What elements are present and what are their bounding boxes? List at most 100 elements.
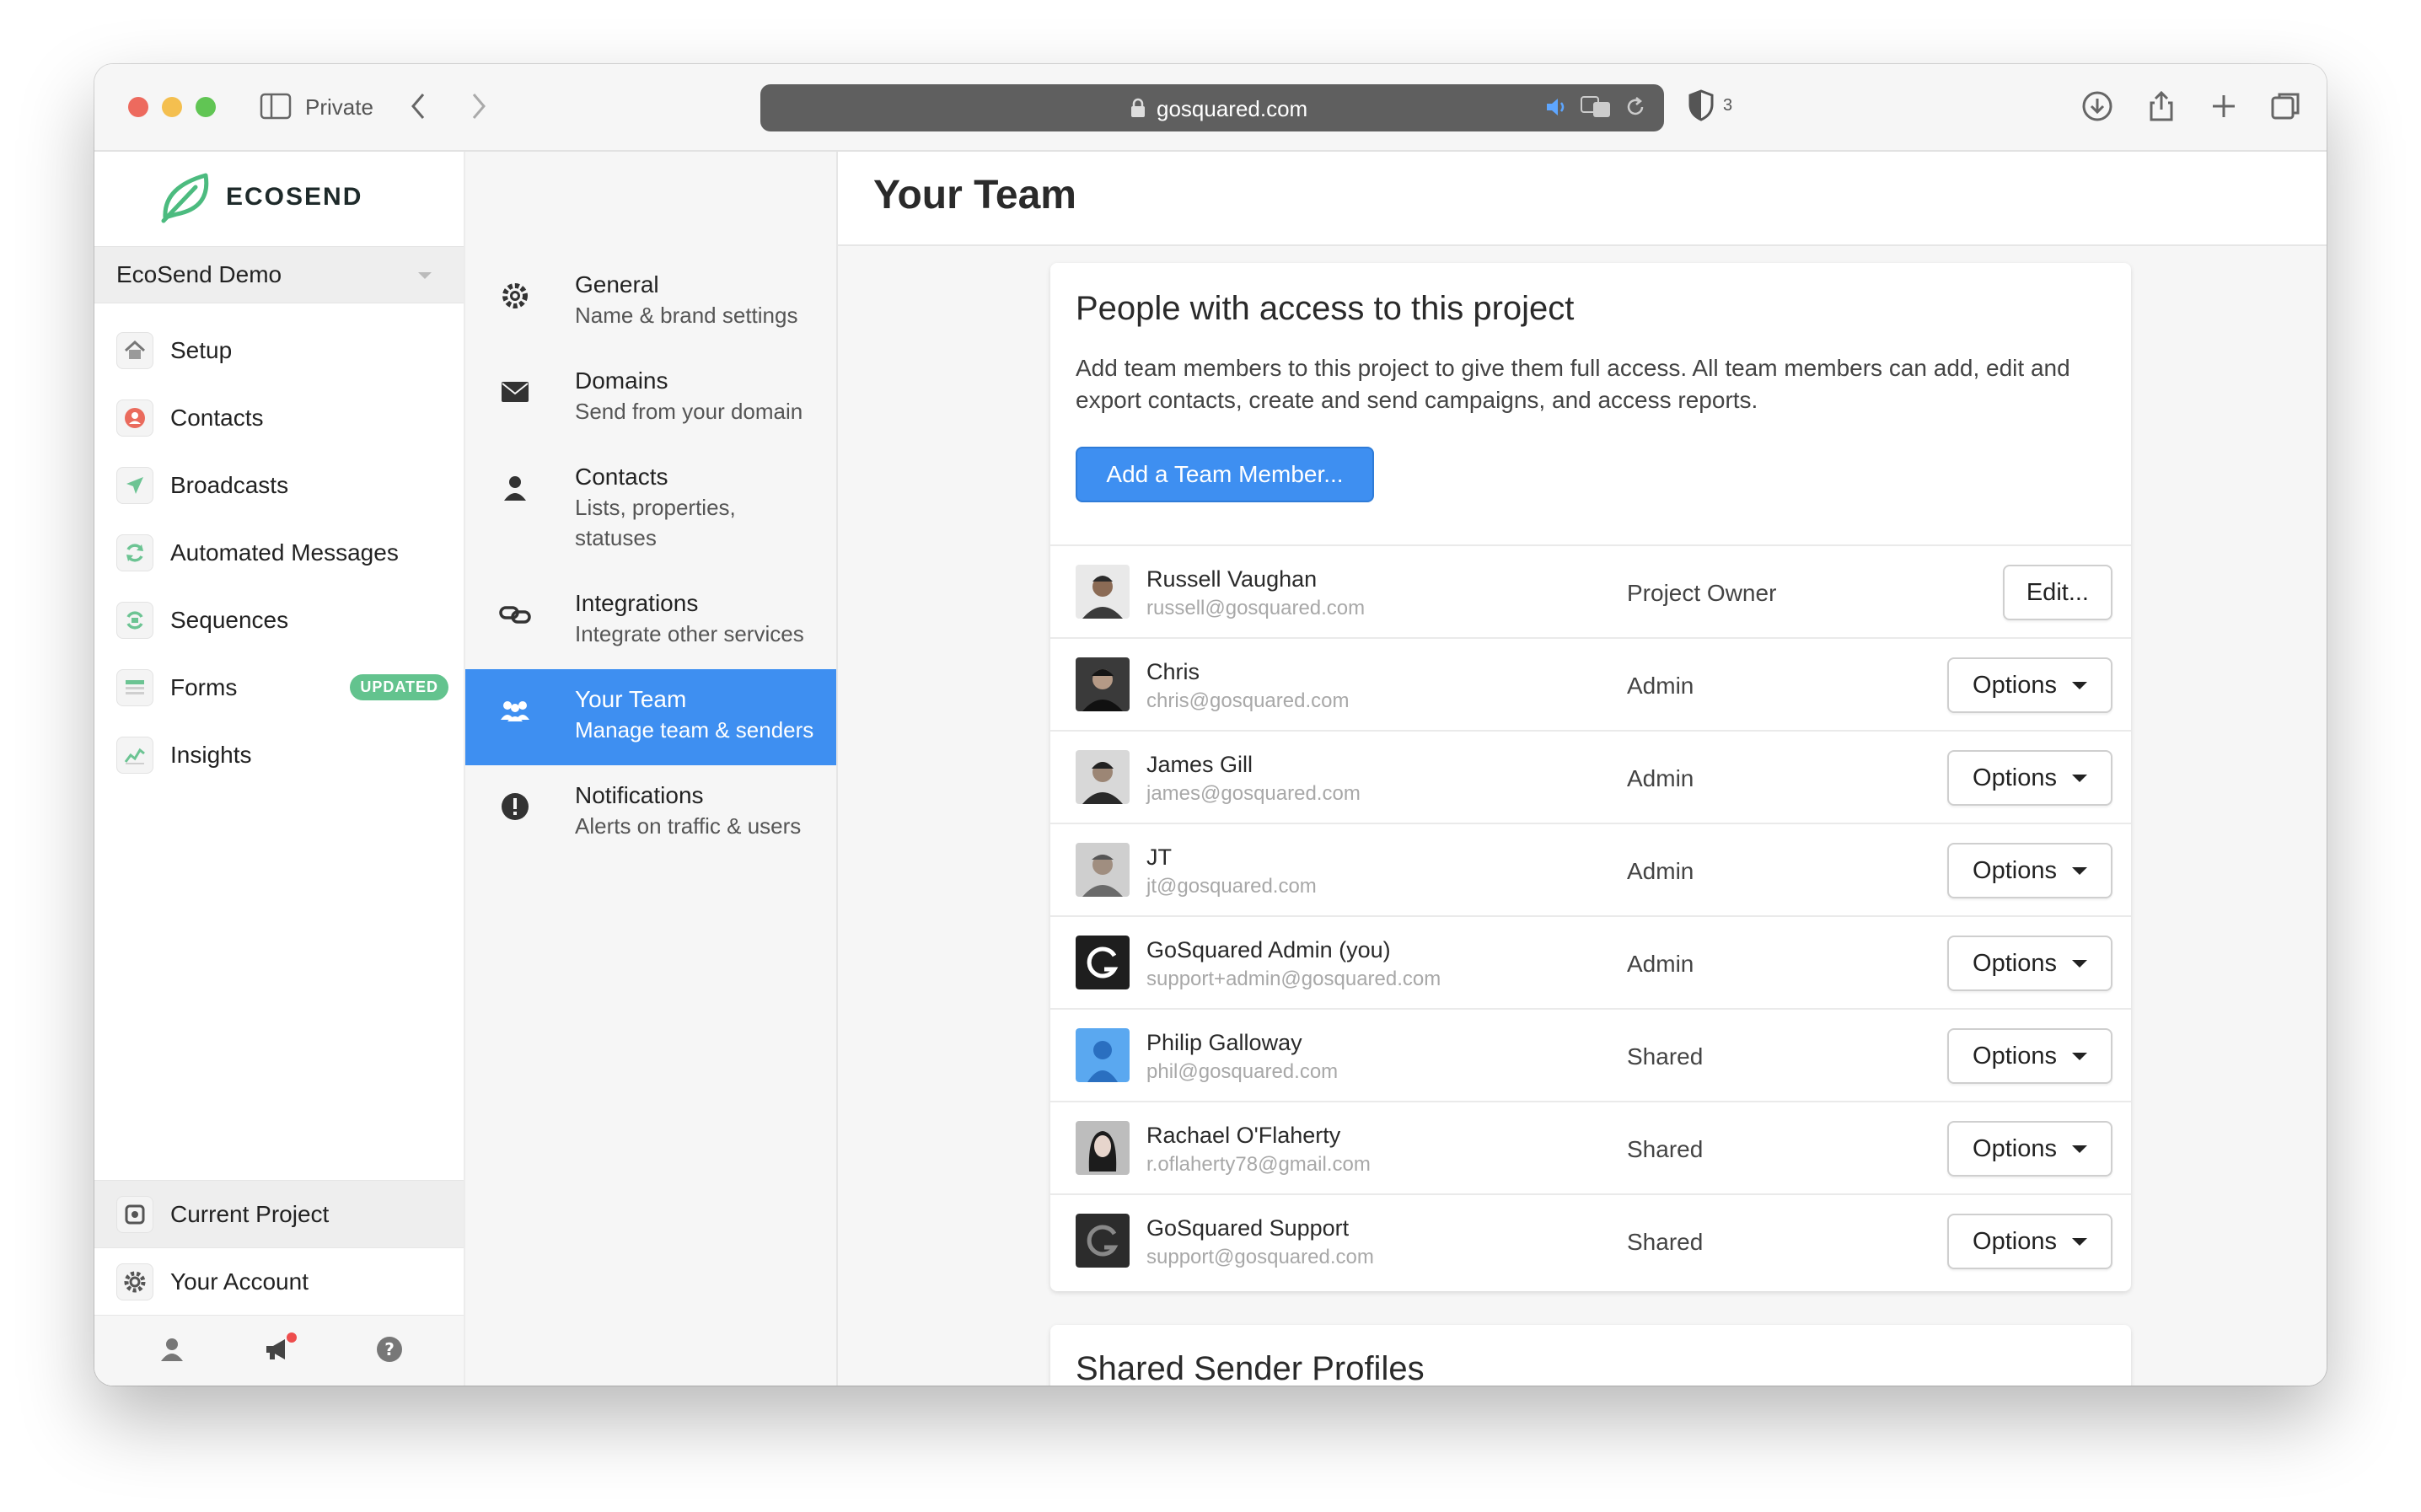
team-member-row: GoSquared Support support@gosquared.com … <box>1050 1193 2131 1286</box>
shield-icon[interactable] <box>1688 89 1715 121</box>
sidebar-toggle-icon[interactable] <box>260 93 292 120</box>
member-email: chris@gosquared.com <box>1146 689 1350 712</box>
refresh-icon <box>116 534 153 571</box>
translate-icon[interactable] <box>1580 94 1613 120</box>
notification-dot <box>285 1331 298 1344</box>
gear-icon <box>497 278 533 314</box>
zoom-window-button[interactable] <box>196 97 216 117</box>
page-title: Your Team <box>873 173 1076 217</box>
new-tab-icon[interactable] <box>2207 89 2241 123</box>
nav-item-contacts[interactable]: Contacts <box>94 384 464 452</box>
app: ECOSEND EcoSend Demo Setup Contacts Broa… <box>94 152 2327 1386</box>
main-nav: Setup Contacts Broadcasts Automated Mess… <box>94 317 464 789</box>
address-bar[interactable]: gosquared.com <box>760 84 1664 131</box>
options-button[interactable]: Options <box>1947 936 2112 991</box>
browser-window: Private gosquared.com 3 ECOSEND EcoSend … <box>94 64 2327 1386</box>
nav-item-label: Contacts <box>170 405 264 431</box>
member-name: James Gill <box>1146 752 1253 777</box>
private-label: Private <box>305 94 373 120</box>
nav-item-setup[interactable]: Setup <box>94 317 464 384</box>
settings-item-general[interactable]: General Name & brand settings <box>465 255 836 351</box>
options-button[interactable]: Options <box>1947 657 2112 713</box>
team-member-row: GoSquared Admin (you) support+admin@gosq… <box>1050 915 2131 1008</box>
person-icon <box>497 470 533 506</box>
ecosend-logo[interactable]: ECOSEND <box>158 170 362 224</box>
lock-icon <box>1131 98 1145 117</box>
leaf-logo-icon <box>161 173 209 223</box>
member-name: Rachael O'Flaherty <box>1146 1123 1341 1148</box>
member-email: phil@gosquared.com <box>1146 1060 1339 1083</box>
nav-item-your-account[interactable]: Your Account <box>94 1247 464 1315</box>
help-icon[interactable]: ? <box>374 1334 405 1365</box>
edit-button[interactable]: Edit... <box>2002 565 2112 620</box>
settings-item-contacts[interactable]: Contacts Lists, properties, statuses <box>465 447 836 573</box>
avatar <box>1076 843 1130 897</box>
logo-text: ECOSEND <box>226 183 363 211</box>
browser-toolbar: Private gosquared.com 3 <box>94 64 2327 152</box>
send-icon <box>116 467 153 504</box>
settings-item-subtitle: Send from your domain <box>575 399 803 424</box>
button-label: Options <box>1973 671 2057 699</box>
button-label: Options <box>1973 949 2057 977</box>
add-team-member-button[interactable]: Add a Team Member... <box>1076 447 1374 502</box>
member-email: james@gosquared.com <box>1146 782 1361 805</box>
options-button[interactable]: Options <box>1947 1028 2112 1084</box>
close-window-button[interactable] <box>128 97 148 117</box>
nav-item-label: Insights <box>170 742 252 768</box>
bottom-nav: Current Project Your Account <box>94 1180 464 1315</box>
team-member-row: Philip Galloway phil@gosquared.com Share… <box>1050 1008 2131 1101</box>
caret-down-icon <box>2071 774 2087 782</box>
download-icon[interactable] <box>2080 89 2114 123</box>
settings-item-notifications[interactable]: Notifications Alerts on traffic & users <box>465 765 836 861</box>
nav-item-current-project[interactable]: Current Project <box>94 1180 464 1247</box>
settings-item-title: Integrations <box>575 590 699 616</box>
settings-sidebar: General Name & brand settings Domains Se… <box>465 152 838 1386</box>
member-name: Russell Vaughan <box>1146 566 1318 592</box>
nav-item-automated-messages[interactable]: Automated Messages <box>94 519 464 587</box>
team-member-row: Rachael O'Flaherty r.oflaherty78@gmail.c… <box>1050 1101 2131 1193</box>
nav-item-sequences[interactable]: Sequences <box>94 587 464 654</box>
left-sidebar: ECOSEND EcoSend Demo Setup Contacts Broa… <box>94 152 465 1386</box>
settings-item-integrations[interactable]: Integrations Integrate other services <box>465 573 836 669</box>
settings-item-subtitle: Integrate other services <box>575 621 804 646</box>
settings-item-title: General <box>575 271 659 298</box>
settings-item-domains[interactable]: Domains Send from your domain <box>465 351 836 447</box>
member-role: Shared <box>1627 1136 1704 1162</box>
options-button[interactable]: Options <box>1947 1121 2112 1177</box>
back-icon[interactable] <box>406 89 430 123</box>
member-role: Shared <box>1627 1043 1704 1070</box>
minimize-window-button[interactable] <box>162 97 182 117</box>
nav-item-insights[interactable]: Insights <box>94 721 464 789</box>
avatar <box>1076 565 1130 619</box>
avatar <box>1076 657 1130 711</box>
nav-item-label: Automated Messages <box>170 539 399 566</box>
tab-overview-icon[interactable] <box>2269 89 2303 123</box>
speaker-icon[interactable] <box>1544 95 1570 119</box>
shield-count: 3 <box>1723 96 1733 115</box>
share-icon[interactable] <box>2145 89 2178 123</box>
nav-item-forms[interactable]: Forms UPDATED <box>94 654 464 721</box>
nav-item-broadcasts[interactable]: Broadcasts <box>94 452 464 519</box>
caret-down-icon <box>2071 1052 2087 1060</box>
gear-icon <box>116 1263 153 1300</box>
contacts-icon <box>116 399 153 437</box>
button-label: Edit... <box>2026 578 2089 606</box>
url-text: gosquared.com <box>1157 96 1308 121</box>
avatar <box>1076 1121 1130 1175</box>
project-selector[interactable]: EcoSend Demo <box>94 246 464 303</box>
chart-icon <box>116 737 153 774</box>
nav-item-label: Current Project <box>170 1200 330 1227</box>
member-email: support+admin@gosquared.com <box>1146 968 1441 990</box>
forward-icon[interactable] <box>467 89 491 123</box>
options-button[interactable]: Options <box>1947 843 2112 898</box>
settings-item-subtitle: Lists, properties, statuses <box>575 495 736 550</box>
options-button[interactable]: Options <box>1947 750 2112 806</box>
user-icon[interactable] <box>157 1334 187 1365</box>
project-icon <box>116 1195 153 1233</box>
member-name: Philip Galloway <box>1146 1030 1302 1055</box>
options-button[interactable]: Options <box>1947 1214 2112 1269</box>
settings-item-title: Notifications <box>575 782 704 808</box>
settings-item-your-team[interactable]: Your Team Manage team & senders <box>465 669 836 765</box>
reload-icon[interactable] <box>1624 95 1647 119</box>
gosquared-logo-icon <box>1076 936 1130 989</box>
